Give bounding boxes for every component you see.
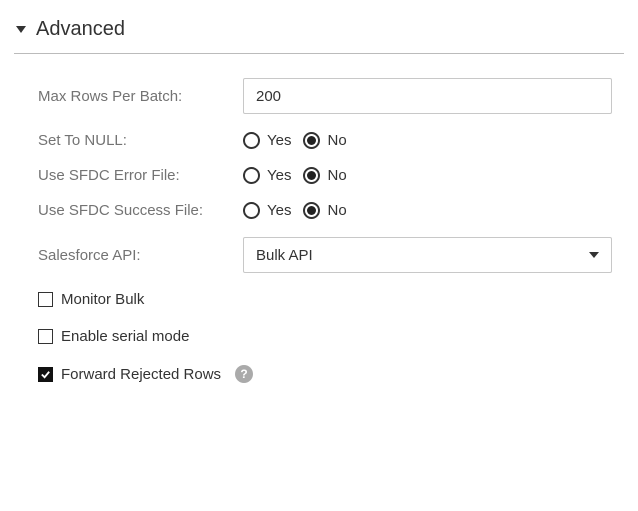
succ-file-row: Use SFDC Success File: Yes No [38, 202, 612, 219]
err-file-yes-label: Yes [267, 167, 291, 184]
checkbox-icon [38, 329, 53, 344]
monitor-bulk-label: Monitor Bulk [61, 291, 144, 308]
radio-checked-icon [303, 202, 320, 219]
succ-file-no[interactable]: No [303, 202, 346, 219]
radio-checked-icon [303, 132, 320, 149]
forward-rejected-label: Forward Rejected Rows [61, 366, 221, 383]
set-null-no-label: No [327, 132, 346, 149]
checkbox-icon [38, 292, 53, 307]
max-rows-label: Max Rows Per Batch: [38, 88, 243, 105]
serial-mode-label: Enable serial mode [61, 328, 189, 345]
set-null-no[interactable]: No [303, 132, 346, 149]
advanced-section-header[interactable]: Advanced [14, 14, 624, 54]
set-null-yes-label: Yes [267, 132, 291, 149]
succ-file-label: Use SFDC Success File: [38, 202, 243, 219]
api-select[interactable]: Bulk API [243, 237, 612, 273]
radio-icon [243, 132, 260, 149]
api-label: Salesforce API: [38, 247, 243, 264]
monitor-bulk-checkbox[interactable]: Monitor Bulk [38, 291, 612, 308]
help-icon[interactable]: ? [235, 365, 253, 383]
api-row: Salesforce API: Bulk API [38, 237, 612, 273]
max-rows-row: Max Rows Per Batch: [38, 78, 612, 114]
succ-file-yes-label: Yes [267, 202, 291, 219]
serial-mode-checkbox[interactable]: Enable serial mode [38, 328, 612, 345]
err-file-row: Use SFDC Error File: Yes No [38, 167, 612, 184]
checkbox-checked-icon [38, 367, 53, 382]
radio-icon [243, 167, 260, 184]
caret-down-icon [16, 26, 26, 33]
succ-file-yes[interactable]: Yes [243, 202, 291, 219]
err-file-label: Use SFDC Error File: [38, 167, 243, 184]
radio-checked-icon [303, 167, 320, 184]
set-null-yes[interactable]: Yes [243, 132, 291, 149]
api-selected-value: Bulk API [256, 247, 313, 264]
set-null-label: Set To NULL: [38, 132, 243, 149]
err-file-group: Yes No [243, 167, 347, 184]
set-null-group: Yes No [243, 132, 347, 149]
forward-rejected-checkbox[interactable]: Forward Rejected Rows ? [38, 365, 612, 383]
set-null-row: Set To NULL: Yes No [38, 132, 612, 149]
max-rows-input[interactable] [243, 78, 612, 114]
succ-file-no-label: No [327, 202, 346, 219]
err-file-yes[interactable]: Yes [243, 167, 291, 184]
advanced-form: Max Rows Per Batch: Set To NULL: Yes No … [14, 54, 624, 383]
radio-icon [243, 202, 260, 219]
err-file-no[interactable]: No [303, 167, 346, 184]
chevron-down-icon [589, 252, 599, 258]
succ-file-group: Yes No [243, 202, 347, 219]
err-file-no-label: No [327, 167, 346, 184]
section-title: Advanced [36, 18, 125, 41]
